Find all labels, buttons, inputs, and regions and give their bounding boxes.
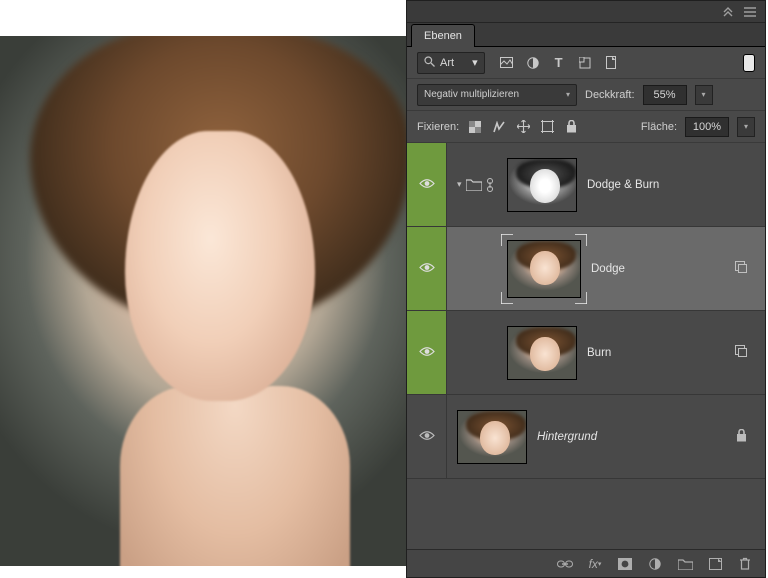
layer-fx-icon[interactable]: fx▾ (587, 556, 603, 572)
tabbar: Ebenen (407, 23, 765, 47)
filter-shape-icon[interactable] (577, 55, 593, 71)
opacity-input[interactable] (643, 85, 687, 105)
chevron-down-icon: ▾ (472, 56, 478, 69)
filter-row: Art ▾ T (407, 47, 765, 79)
search-icon (424, 56, 435, 70)
collapse-icon[interactable] (721, 5, 735, 19)
link-layers-icon[interactable] (557, 556, 573, 572)
filter-type-label: Art (440, 57, 454, 69)
new-group-icon[interactable] (677, 556, 693, 572)
filter-icons: T (499, 55, 619, 71)
layer-name[interactable]: Burn (587, 347, 611, 359)
layer-thumbnail[interactable] (507, 158, 577, 212)
visibility-toggle[interactable] (407, 395, 447, 478)
new-layer-icon[interactable] (707, 556, 723, 572)
filter-smart-icon[interactable] (603, 55, 619, 71)
layer-row-burn[interactable]: Burn (407, 311, 765, 395)
smart-object-icon (735, 261, 747, 276)
filter-type-icon[interactable]: T (551, 55, 567, 71)
layer-name[interactable]: Hintergrund (537, 431, 597, 443)
opacity-caret[interactable]: ▾ (695, 85, 713, 105)
filter-toggle[interactable] (743, 54, 755, 72)
filter-pixel-icon[interactable] (499, 55, 515, 71)
blend-mode-value: Negativ multiplizieren (424, 89, 519, 100)
eye-icon (419, 429, 435, 444)
link-icon (486, 178, 494, 192)
fill-caret[interactable]: ▾ (737, 117, 755, 137)
layer-thumbnail[interactable] (507, 326, 577, 380)
lock-artboard-icon[interactable] (539, 119, 555, 135)
portrait-photo (0, 36, 430, 566)
panel-topbar (407, 1, 765, 23)
visibility-toggle[interactable] (407, 311, 447, 394)
layer-name[interactable]: Dodge & Burn (587, 179, 659, 191)
lock-all-icon[interactable] (563, 119, 579, 135)
filter-adjust-icon[interactable] (525, 55, 541, 71)
layer-row-dodge[interactable]: Dodge (407, 227, 765, 311)
eye-icon (419, 177, 435, 192)
blend-mode-select[interactable]: Negativ multiplizieren ▾ (417, 84, 577, 106)
chevron-down-icon: ▾ (566, 90, 570, 99)
lock-position-icon[interactable] (515, 119, 531, 135)
layer-row-background[interactable]: Hintergrund (407, 395, 765, 479)
delete-layer-icon[interactable] (737, 556, 753, 572)
blend-row: Negativ multiplizieren ▾ Deckkraft: ▾ (407, 79, 765, 111)
new-adjustment-icon[interactable] (647, 556, 663, 572)
tab-layers[interactable]: Ebenen (411, 24, 475, 47)
lock-label: Fixieren: (417, 121, 459, 133)
layer-list: ▾ Dodge & Burn (407, 143, 765, 549)
folder-icon (466, 178, 482, 191)
add-mask-icon[interactable] (617, 556, 633, 572)
layer-thumbnail[interactable] (457, 410, 527, 464)
layer-thumbnail[interactable] (507, 240, 581, 298)
eye-icon (419, 261, 435, 276)
group-toggle[interactable]: ▾ (457, 178, 497, 192)
visibility-toggle[interactable] (407, 227, 447, 310)
fill-label: Fläche: (641, 121, 677, 133)
opacity-label: Deckkraft: (585, 89, 635, 101)
layers-panel: Ebenen Art ▾ T (406, 0, 766, 578)
smart-object-icon (735, 345, 747, 360)
layer-filter-type[interactable]: Art ▾ (417, 52, 485, 74)
layer-name[interactable]: Dodge (591, 263, 625, 275)
lock-icon (736, 429, 747, 445)
fill-input[interactable] (685, 117, 729, 137)
visibility-toggle[interactable] (407, 143, 447, 226)
panel-bottombar: fx▾ (407, 549, 765, 577)
lock-transparent-icon[interactable] (467, 119, 483, 135)
lock-pixels-icon[interactable] (491, 119, 507, 135)
layer-row-group[interactable]: ▾ Dodge & Burn (407, 143, 765, 227)
chevron-down-icon: ▾ (457, 179, 462, 190)
panel-menu-icon[interactable] (743, 5, 757, 19)
eye-icon (419, 345, 435, 360)
lock-row: Fixieren: Fläche: ▾ (407, 111, 765, 143)
